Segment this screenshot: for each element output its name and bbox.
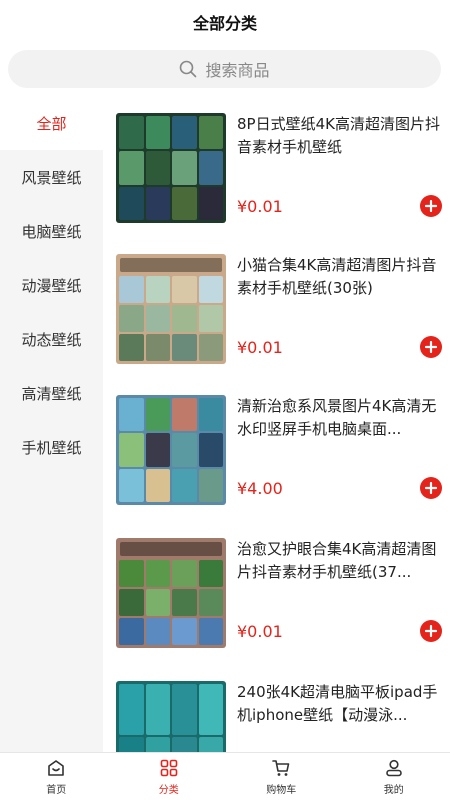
page-title: 全部分类 [193, 10, 257, 34]
tab-label: 首页 [46, 781, 66, 796]
product-title: 8P日式壁纸4K高清超清图片抖音素材手机壁纸 [237, 113, 442, 159]
sidebar-item-label: 全部 [36, 113, 66, 134]
product-image [116, 538, 226, 648]
sidebar-item-hd[interactable]: 高清壁纸 [0, 366, 103, 420]
tab-home[interactable]: 首页 [0, 753, 113, 801]
product-image [116, 254, 226, 364]
sidebar-item-scenery[interactable]: 风景壁纸 [0, 150, 103, 204]
add-to-cart-button[interactable] [420, 195, 442, 217]
sidebar-item-mobile[interactable]: 手机壁纸 [0, 420, 103, 474]
category-sidebar: 全部 风景壁纸 电脑壁纸 动漫壁纸 动态壁纸 高清壁纸 手机壁纸 [0, 96, 103, 752]
product-title: 治愈又护眼合集4K高清超清图片抖音素材手机壁纸(37... [237, 538, 442, 584]
page-header: 全部分类 [0, 0, 450, 44]
add-to-cart-button[interactable] [420, 336, 442, 358]
sidebar-item-anime[interactable]: 动漫壁纸 [0, 258, 103, 312]
tab-label: 分类 [159, 781, 179, 796]
search-placeholder: 搜索商品 [205, 57, 269, 81]
product-title: 小猫合集4K高清超清图片抖音素材手机壁纸(30张) [237, 254, 442, 300]
sidebar-item-label: 手机壁纸 [21, 437, 81, 458]
product-card[interactable]: 小猫合集4K高清超清图片抖音素材手机壁纸(30张) ¥0.01 [116, 254, 446, 364]
sidebar-item-label: 动态壁纸 [21, 329, 81, 350]
sidebar-item-label: 风景壁纸 [21, 167, 81, 188]
add-to-cart-button[interactable] [420, 477, 442, 499]
plus-icon [425, 200, 437, 212]
sidebar-item-label: 动漫壁纸 [21, 275, 81, 296]
tab-label: 购物车 [266, 781, 296, 796]
add-to-cart-button[interactable] [420, 620, 442, 642]
tab-profile[interactable]: 我的 [338, 753, 450, 801]
product-list: 8P日式壁纸4K高清超清图片抖音素材手机壁纸 ¥0.01 小猫合集4K高清超清图… [103, 96, 450, 752]
sidebar-item-computer[interactable]: 电脑壁纸 [0, 204, 103, 258]
product-card[interactable]: 清新治愈系风景图片4K高清无水印竖屏手机电脑桌面... ¥4.00 [116, 395, 446, 505]
bottom-tab-bar: 首页 分类 购物车 我的 [0, 752, 450, 801]
search-icon [179, 60, 197, 78]
product-title: 清新治愈系风景图片4K高清无水印竖屏手机电脑桌面... [237, 395, 442, 441]
product-image [116, 395, 226, 505]
cart-icon [271, 758, 291, 778]
product-price: ¥0.01 [237, 197, 283, 216]
product-price: ¥4.00 [237, 479, 283, 498]
search-bar[interactable]: 搜索商品 [8, 50, 441, 88]
plus-icon [425, 341, 437, 353]
product-card[interactable]: 治愈又护眼合集4K高清超清图片抖音素材手机壁纸(37... ¥0.01 [116, 538, 446, 648]
plus-icon [425, 482, 437, 494]
tab-label: 我的 [384, 781, 404, 796]
grid-icon [159, 758, 179, 778]
product-image [116, 113, 226, 223]
product-price: ¥0.01 [237, 338, 283, 357]
tab-cart[interactable]: 购物车 [225, 753, 338, 801]
sidebar-item-label: 电脑壁纸 [21, 221, 81, 242]
product-image [116, 681, 226, 752]
sidebar-item-live[interactable]: 动态壁纸 [0, 312, 103, 366]
user-icon [384, 758, 404, 778]
product-title: 240张4K超清电脑平板ipad手机iphone壁纸【动漫泳... [237, 681, 442, 727]
product-card[interactable]: 8P日式壁纸4K高清超清图片抖音素材手机壁纸 ¥0.01 [116, 113, 446, 223]
product-card[interactable]: 240张4K超清电脑平板ipad手机iphone壁纸【动漫泳... [116, 681, 446, 752]
plus-icon [425, 625, 437, 637]
home-icon [46, 758, 66, 778]
sidebar-item-label: 高清壁纸 [21, 383, 81, 404]
product-price: ¥0.01 [237, 622, 283, 641]
sidebar-item-all[interactable]: 全部 [0, 96, 103, 150]
tab-category[interactable]: 分类 [113, 753, 226, 801]
